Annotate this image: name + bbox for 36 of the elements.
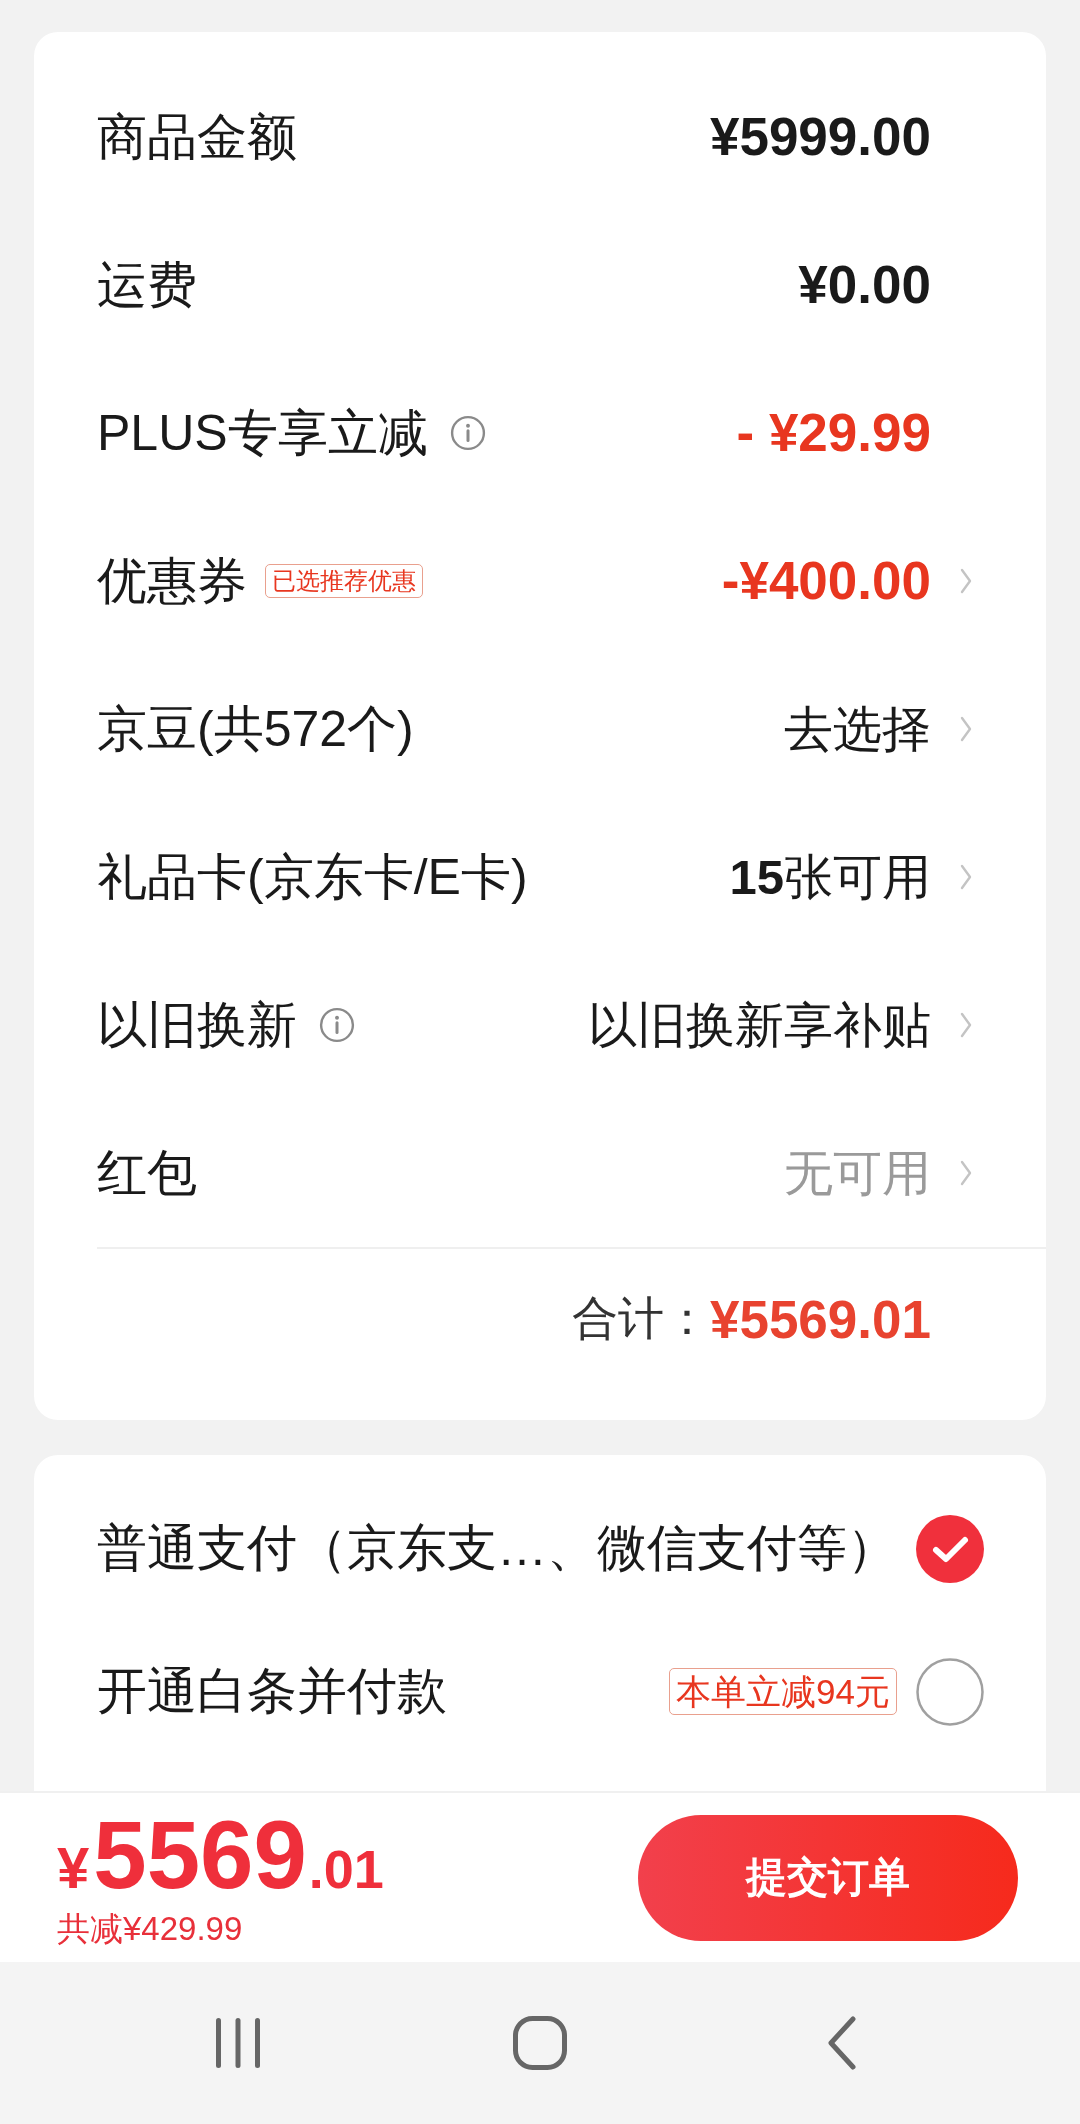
payment-option-label[interactable]: 开通白条并付款 (97, 1658, 447, 1725)
submit-order-button[interactable]: 提交订单 (638, 1814, 1018, 1941)
payment-option-label[interactable]: 普通支付（京东支…、微信支付等） (97, 1515, 897, 1582)
chevron-right-icon[interactable] (959, 567, 973, 595)
row-label: 优惠券 (97, 552, 247, 611)
info-icon[interactable] (449, 415, 486, 451)
check-circle-icon[interactable] (916, 1514, 984, 1583)
promo-badge: 已选推荐优惠 (265, 564, 423, 598)
saving-text: 共减¥429.99 (57, 1908, 244, 1949)
info-icon[interactable] (319, 1007, 355, 1043)
amount-value: ¥5999.00 (709, 106, 931, 169)
chevron-right-icon[interactable] (959, 715, 973, 743)
amount-value: ¥0.00 (798, 254, 931, 317)
promo-badge: 本单立减94元 (669, 1667, 897, 1716)
row-label: 礼品卡(京东卡/E卡) (97, 848, 528, 907)
row-label: 京豆(共572个) (97, 700, 414, 759)
back-icon[interactable] (827, 2016, 857, 2070)
recent-apps-icon[interactable] (214, 2018, 262, 2068)
home-icon[interactable] (513, 2016, 567, 2070)
row-label: 运费 (97, 256, 197, 315)
total-amount: ¥5569.01 (709, 1288, 931, 1350)
total-price: ¥5569.01 (57, 1806, 384, 1903)
discount-value[interactable]: -¥400.00 (721, 549, 931, 613)
option-value[interactable]: 15张可用 (729, 847, 931, 907)
row-label: 红包 (97, 1144, 197, 1203)
discount-value: - ¥29.99 (736, 402, 931, 465)
chevron-right-icon[interactable] (959, 863, 973, 891)
row-label: 商品金额 (97, 108, 297, 167)
empty-circle-icon[interactable] (916, 1657, 984, 1726)
row-label: PLUS专享立减 (97, 404, 428, 463)
row-label: 以旧换新 (97, 996, 297, 1055)
chevron-right-icon[interactable] (959, 1011, 973, 1039)
option-value[interactable]: 以旧换新享补贴 (588, 995, 931, 1055)
total-label: 合计： (571, 1291, 710, 1346)
chevron-right-icon[interactable] (959, 1159, 973, 1187)
option-value[interactable]: 去选择 (784, 699, 931, 759)
